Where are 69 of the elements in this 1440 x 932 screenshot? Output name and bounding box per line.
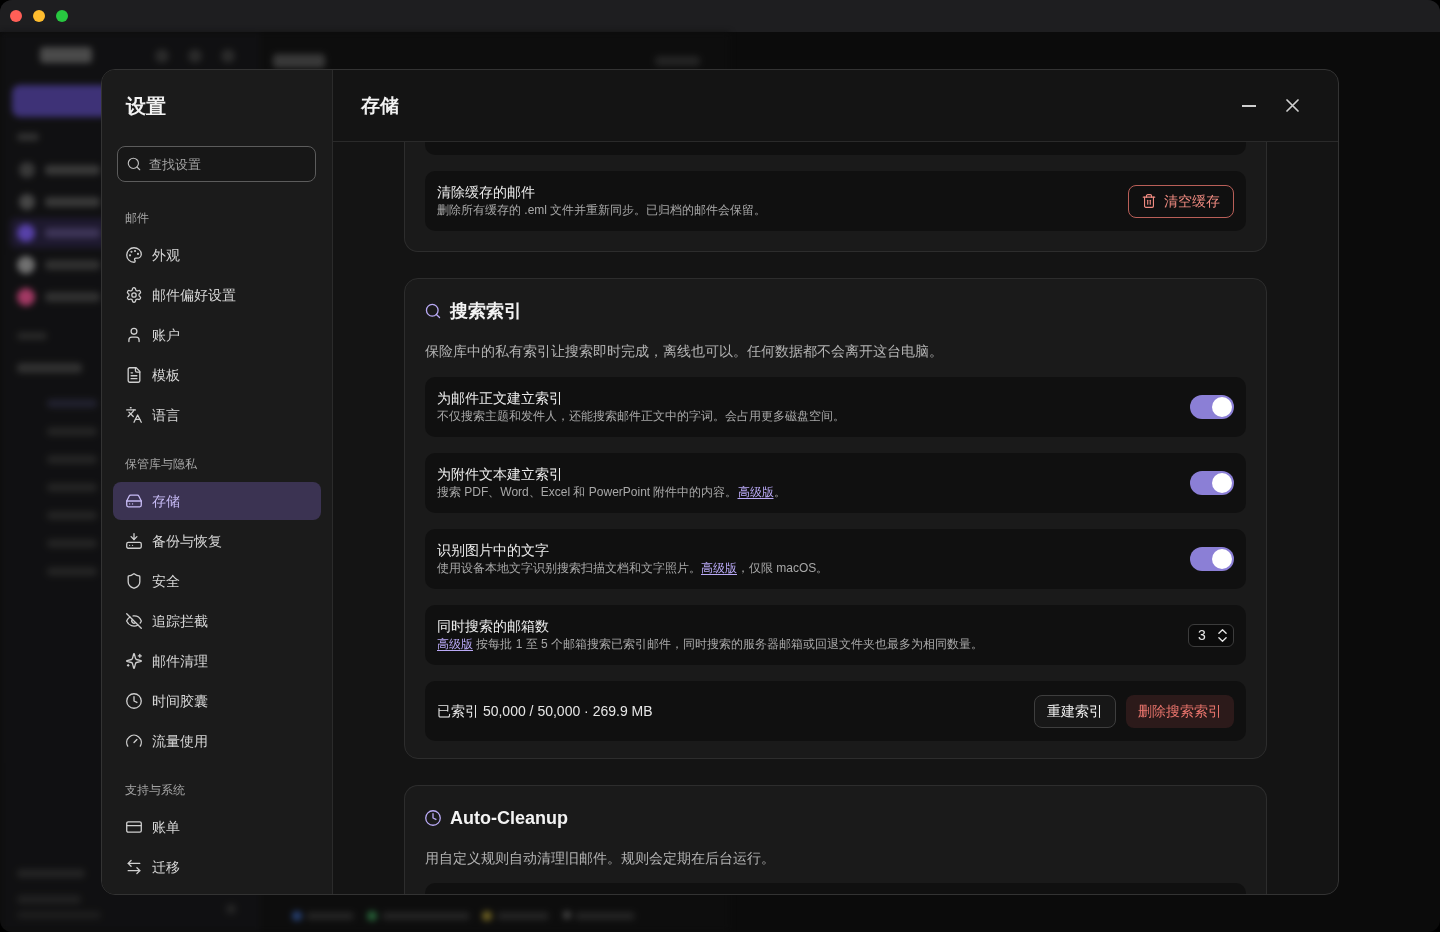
shield-icon bbox=[126, 573, 142, 589]
row-title: 同时搜索的邮箱数 bbox=[437, 617, 549, 635]
premium-link[interactable]: 高级版 bbox=[437, 637, 473, 651]
card-title: Auto-Cleanup bbox=[450, 807, 568, 830]
card-description: 保险库中的私有索引让搜索即时完成，离线也可以。任何数据都不会离开这台电脑。 bbox=[425, 342, 943, 361]
left-right-arrows-icon bbox=[126, 859, 142, 875]
row-title: 为邮件正文建立索引 bbox=[437, 389, 563, 407]
settings-icon bbox=[126, 287, 142, 303]
sidebar-item[interactable]: 语言 bbox=[113, 396, 321, 434]
trash-icon bbox=[1142, 194, 1156, 208]
close-icon[interactable] bbox=[1286, 99, 1299, 112]
section-label: 邮件 bbox=[125, 210, 149, 226]
search-icon bbox=[425, 303, 441, 319]
clock-icon bbox=[425, 810, 441, 826]
sidebar-item[interactable]: 账单 bbox=[113, 808, 321, 846]
window-close-icon[interactable] bbox=[10, 10, 22, 22]
danger-button[interactable]: 删除搜索索引 bbox=[1126, 694, 1234, 728]
document-icon bbox=[126, 367, 142, 383]
search-field[interactable]: 查找设置 bbox=[117, 146, 316, 182]
row-title: 识别图片中的文字 bbox=[437, 541, 549, 559]
panel-title: 存储 bbox=[361, 93, 399, 118]
clock-icon bbox=[126, 693, 142, 709]
palette-icon bbox=[126, 247, 142, 263]
row-description: 删除所有缓存的 .eml 文件并重新同步。已归档的邮件会保留。 bbox=[437, 202, 767, 219]
row-description: 不仅搜索主题和发件人，还能搜索邮件正文中的字词。会占用更多磁盘空间。 bbox=[437, 408, 845, 425]
toggle-switch[interactable] bbox=[1190, 471, 1234, 495]
premium-link[interactable]: 高级版 bbox=[701, 561, 737, 575]
row-description: 使用设备本地文字识别搜索扫描文档和文字照片。高级版，仅限 macOS。 bbox=[437, 560, 829, 577]
sidebar-item[interactable]: 备份与恢复 bbox=[113, 522, 321, 560]
window-zoom-icon[interactable] bbox=[56, 10, 68, 22]
chevrons-up-down-icon bbox=[1217, 628, 1228, 642]
download-tray-icon bbox=[126, 533, 142, 549]
section-label: 保管库与隐私 bbox=[125, 456, 197, 472]
sidebar-item[interactable]: 存储 bbox=[113, 482, 321, 520]
sidebar-item[interactable]: 邮件偏好设置 bbox=[113, 276, 321, 314]
sidebar-item[interactable]: 时间胶囊 bbox=[113, 682, 321, 720]
translate-icon bbox=[126, 407, 142, 423]
number-stepper[interactable]: 3 bbox=[1188, 623, 1234, 647]
minimize-icon[interactable] bbox=[1242, 104, 1256, 107]
row-title: 清除缓存的邮件 bbox=[437, 183, 535, 201]
sidebar-item[interactable]: 模板 bbox=[113, 356, 321, 394]
gauge-icon bbox=[126, 733, 142, 749]
card-description: 用自定义规则自动清理旧邮件。规则会定期在后台运行。 bbox=[425, 849, 775, 868]
sidebar-item[interactable]: 账户 bbox=[113, 316, 321, 354]
sidebar-title: 设置 bbox=[126, 94, 166, 119]
user-icon bbox=[126, 327, 142, 343]
toggle-switch[interactable] bbox=[1190, 547, 1234, 571]
section-label: 支持与系统 bbox=[125, 782, 185, 798]
eye-off-icon bbox=[126, 613, 142, 629]
premium-link[interactable]: 高级版 bbox=[737, 485, 774, 499]
sidebar-item[interactable]: 流量使用 bbox=[113, 722, 321, 760]
sidebar-item[interactable]: 邮件清理 bbox=[113, 642, 321, 680]
row-description: 搜索 PDF、Word、Excel 和 PowerPoint 附件中的内容。高级版。 bbox=[437, 484, 786, 501]
credit-card-icon bbox=[126, 819, 142, 835]
sparkles-icon bbox=[126, 653, 142, 669]
search-icon bbox=[127, 157, 141, 171]
row-title: 为附件文本建立索引 bbox=[437, 465, 563, 483]
row-description: 高级版 按每批 1 至 5 个邮箱搜索已索引邮件，同时搜索的服务器邮箱或回退文件夹也最多为相同数量。 bbox=[437, 636, 984, 653]
sidebar-item[interactable]: 外观 bbox=[113, 236, 321, 274]
sidebar-item[interactable]: 迁移 bbox=[113, 848, 321, 886]
sidebar-item[interactable]: 安全 bbox=[113, 562, 321, 600]
index-status: 已索引 50,000 / 50,000 · 269.9 MB bbox=[437, 701, 653, 721]
window-minimize-icon[interactable] bbox=[33, 10, 45, 22]
hard-drive-icon bbox=[126, 493, 142, 509]
secondary-button[interactable]: 重建索引 bbox=[1034, 694, 1116, 728]
outline-button[interactable]: 清空缓存 bbox=[1128, 184, 1234, 218]
sidebar-item[interactable]: 追踪拦截 bbox=[113, 602, 321, 640]
card-title: 搜索索引 bbox=[450, 300, 522, 323]
toggle-switch[interactable] bbox=[1190, 395, 1234, 419]
